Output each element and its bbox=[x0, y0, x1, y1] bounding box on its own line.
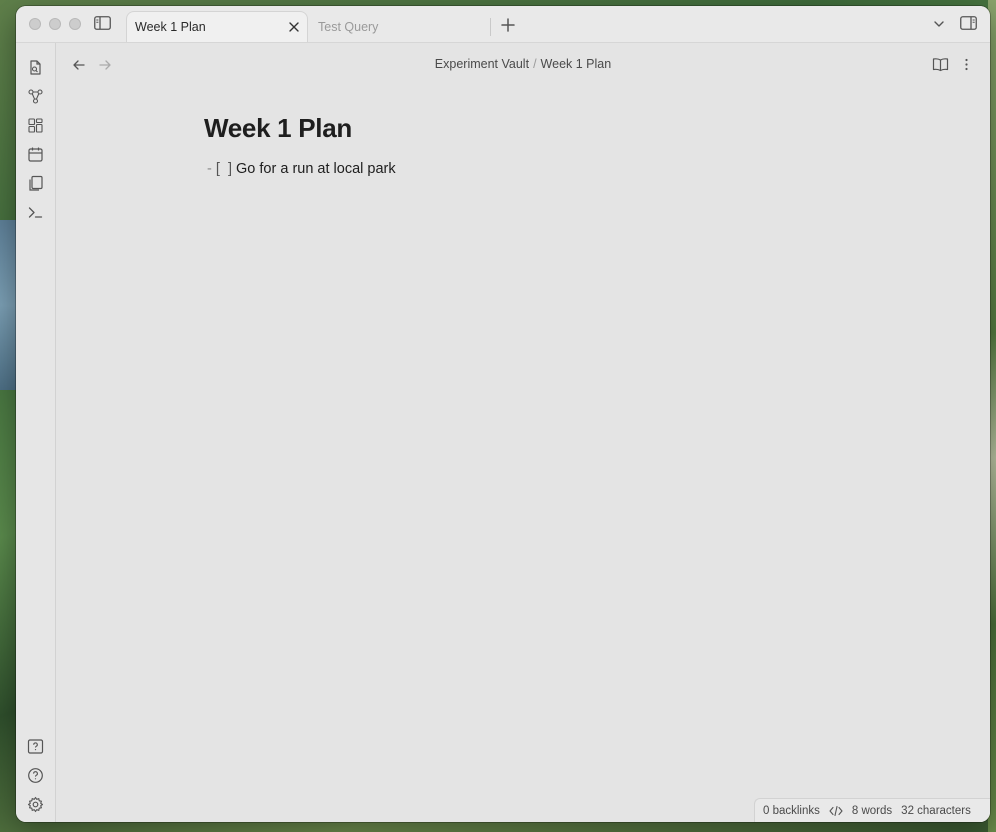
tab-label: Test Query bbox=[318, 19, 379, 34]
backlinks-count[interactable]: 0 backlinks bbox=[763, 805, 820, 817]
right-sidebar-toggle-icon[interactable] bbox=[960, 16, 977, 30]
new-tab-plus-icon[interactable] bbox=[498, 15, 518, 35]
app-window: Week 1 Plan Test Query Experiment Vault … bbox=[16, 6, 990, 822]
settings-gear-icon[interactable] bbox=[27, 796, 44, 813]
templates-icon[interactable] bbox=[27, 175, 44, 192]
task-list-item[interactable]: - [ ] Go for a run at local park bbox=[207, 161, 396, 177]
command-palette-icon[interactable] bbox=[27, 204, 44, 221]
breadcrumb: Experiment Vault / Week 1 Plan bbox=[56, 57, 990, 71]
left-ribbon bbox=[16, 43, 56, 822]
left-sidebar-toggle-icon[interactable] bbox=[94, 16, 111, 30]
status-bar: 0 backlinks 8 words 32 characters bbox=[754, 798, 990, 822]
tab-list-chevron-down-icon[interactable] bbox=[932, 17, 946, 31]
help-icon[interactable] bbox=[27, 767, 44, 784]
tab-test-query[interactable]: Test Query bbox=[310, 11, 490, 42]
task-text[interactable]: Go for a run at local park bbox=[236, 161, 396, 177]
title-bar: Week 1 Plan Test Query bbox=[16, 6, 990, 43]
graph-view-icon[interactable] bbox=[27, 88, 44, 105]
checkbox-open-bracket[interactable]: [ bbox=[216, 161, 220, 177]
tab-divider bbox=[490, 18, 491, 36]
reading-view-book-icon[interactable] bbox=[932, 56, 949, 73]
tab-label: Week 1 Plan bbox=[135, 20, 206, 34]
quick-switcher-icon[interactable] bbox=[27, 59, 44, 76]
checkbox-close-bracket[interactable]: ] bbox=[228, 161, 232, 177]
close-tab-icon[interactable] bbox=[287, 20, 301, 34]
canvas-icon[interactable] bbox=[27, 117, 44, 134]
character-count: 32 characters bbox=[901, 804, 971, 817]
more-options-icon[interactable] bbox=[958, 56, 975, 73]
breadcrumb-separator: / bbox=[533, 57, 537, 71]
tab-week-1-plan[interactable]: Week 1 Plan bbox=[126, 11, 308, 42]
source-mode-code-icon[interactable] bbox=[829, 805, 843, 817]
breadcrumb-vault[interactable]: Experiment Vault bbox=[435, 57, 529, 71]
breadcrumb-note[interactable]: Week 1 Plan bbox=[541, 57, 612, 71]
list-marker: - bbox=[207, 161, 212, 177]
note-title[interactable]: Week 1 Plan bbox=[204, 113, 352, 144]
minimize-window-button[interactable] bbox=[49, 18, 61, 30]
zoom-window-button[interactable] bbox=[69, 18, 81, 30]
window-controls bbox=[29, 18, 81, 30]
vault-switcher-icon[interactable] bbox=[27, 738, 44, 755]
daily-note-icon[interactable] bbox=[27, 146, 44, 163]
word-count: 8 words bbox=[851, 804, 893, 817]
close-window-button[interactable] bbox=[29, 18, 41, 30]
editor-pane: Experiment Vault / Week 1 Plan Week 1 Plan… bbox=[56, 43, 990, 822]
